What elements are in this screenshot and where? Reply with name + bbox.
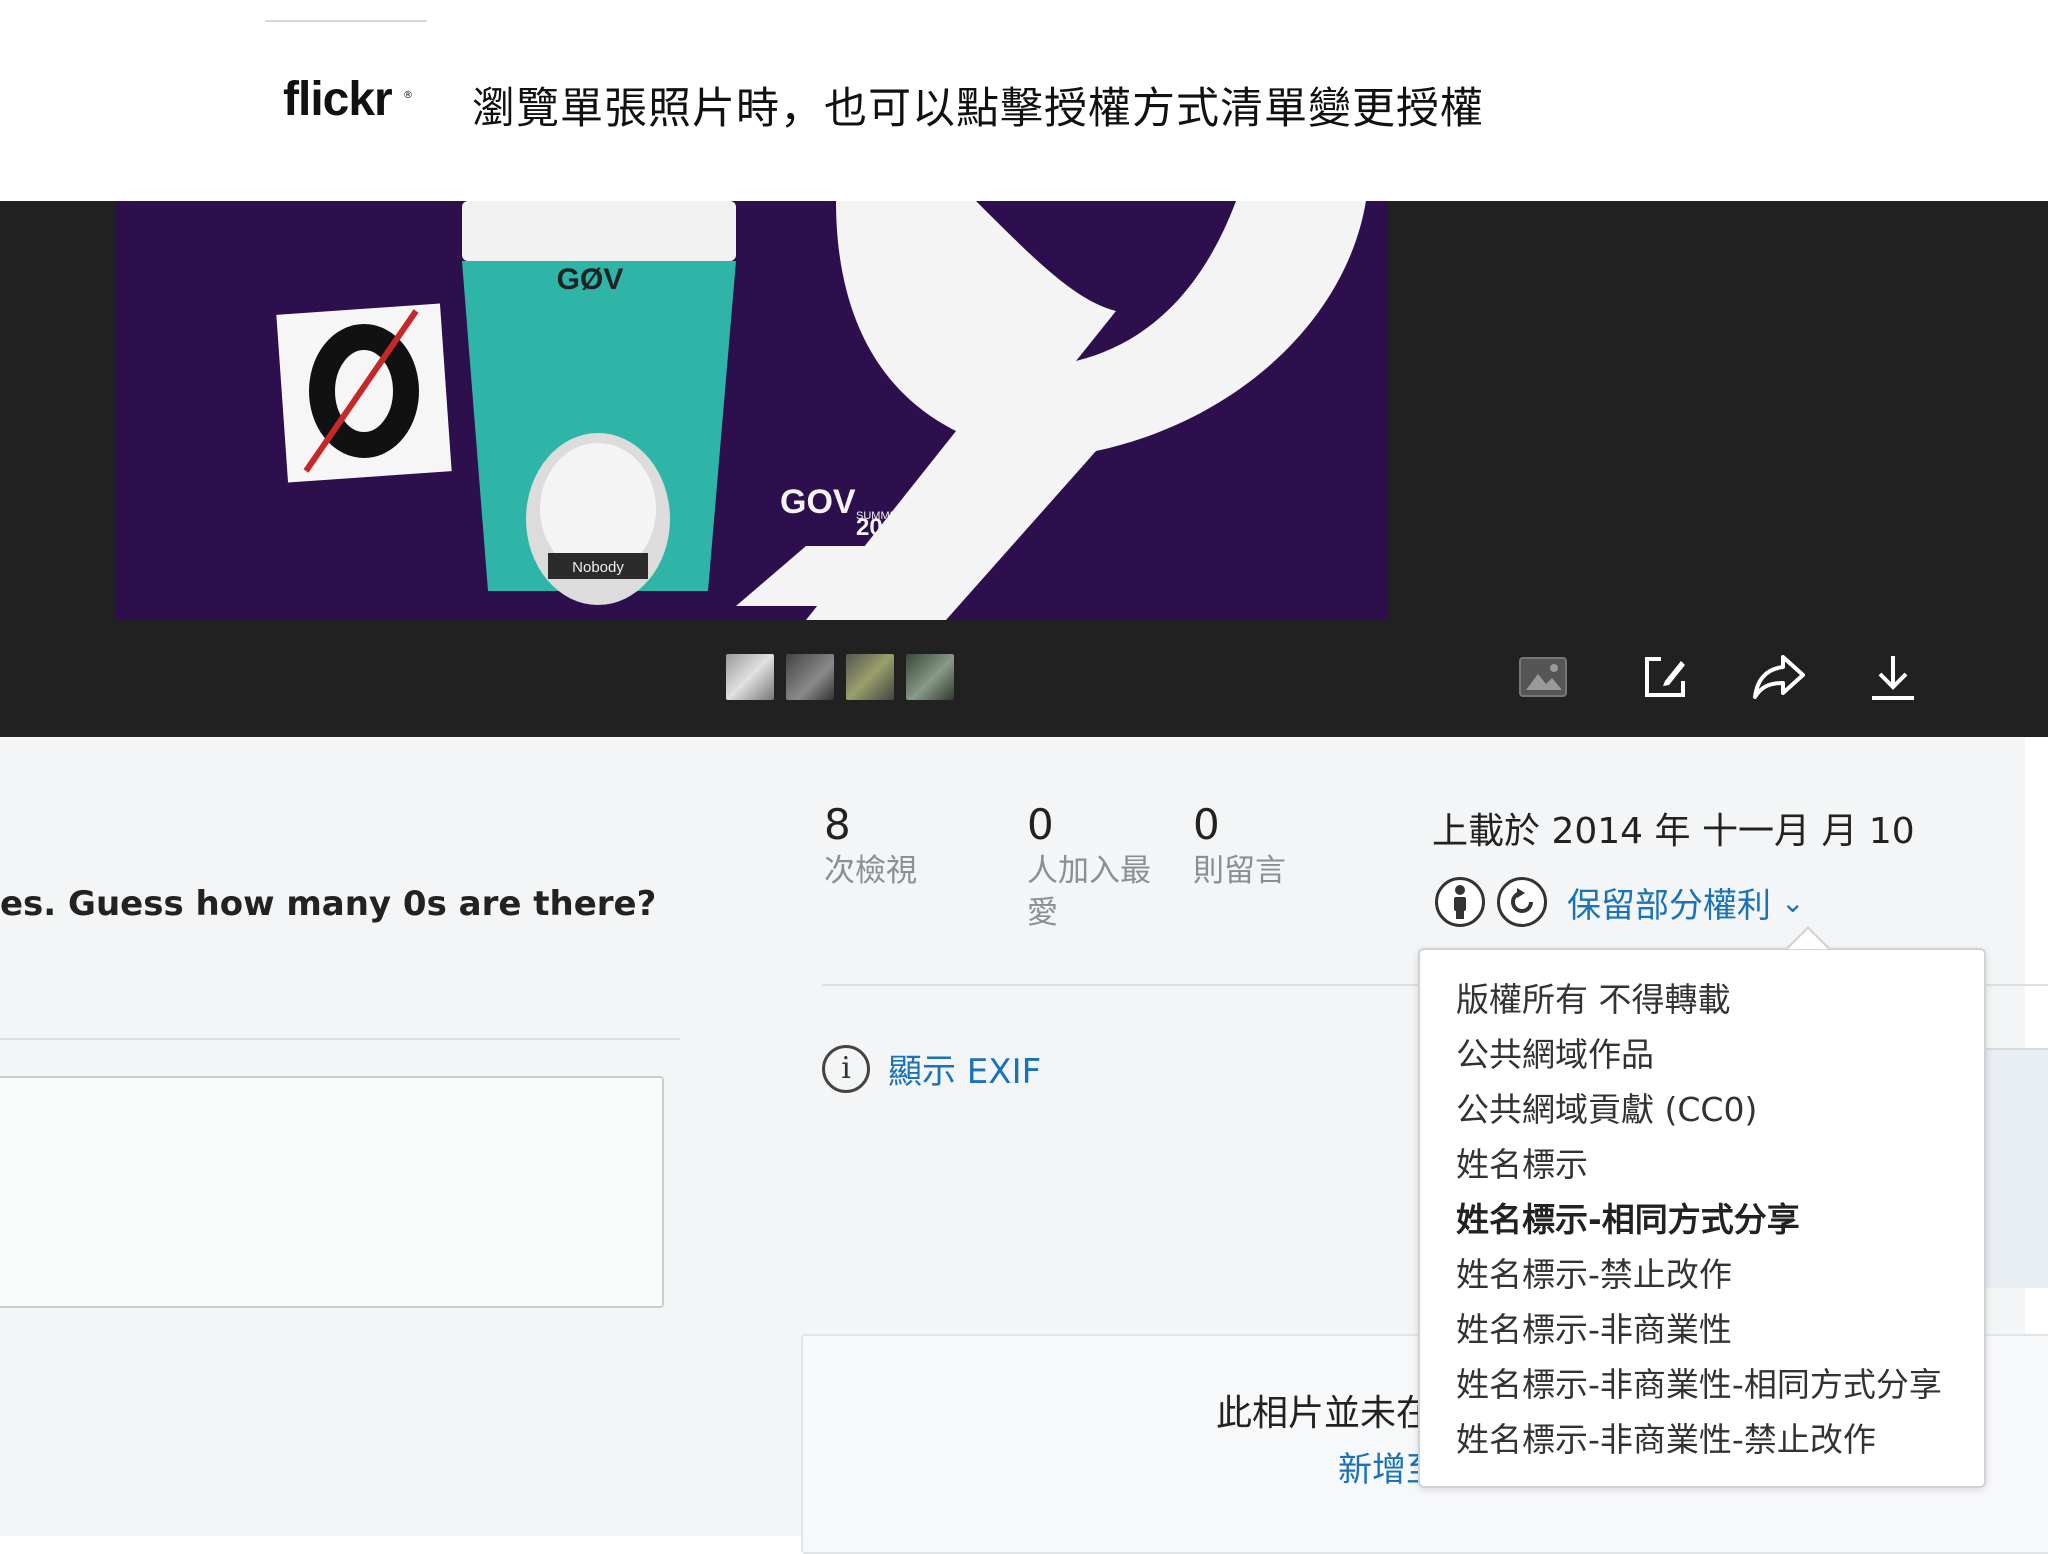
chevron-down-icon[interactable]: ⌄: [1781, 886, 1804, 919]
stat-views: 8 次檢視: [824, 800, 917, 892]
svg-text:GØV: GØV: [557, 263, 624, 296]
photo-viewer: Nobody GØV GOV 2014 SUMMIT: [0, 201, 2048, 737]
svg-text:GOV: GOV: [780, 483, 856, 521]
license-option[interactable]: 姓名標示-非商業性: [1456, 1302, 1984, 1357]
image-icon[interactable]: [1514, 648, 1572, 706]
divider: [0, 1038, 680, 1040]
thumbnail-strip: [726, 654, 954, 700]
license-options-list: 版權所有 不得轉載 公共網域作品 公共網域貢獻 (CC0) 姓名標示 姓名標示-…: [1420, 950, 1984, 1467]
thumbnail[interactable]: [906, 654, 954, 700]
license-option[interactable]: 姓名標示: [1456, 1137, 1984, 1192]
license-option[interactable]: 姓名標示-非商業性-相同方式分享: [1456, 1357, 1984, 1412]
stat-faves: 0 人加入最愛: [1027, 800, 1177, 934]
logo-registered-mark: ®: [403, 90, 413, 101]
license-option-selected[interactable]: 姓名標示-相同方式分享: [1456, 1192, 1984, 1247]
license-option[interactable]: 姓名標示-禁止改作: [1456, 1247, 1984, 1302]
stat-comments: 0 則留言: [1193, 800, 1286, 892]
license-option[interactable]: 公共網域貢獻 (CC0): [1456, 1082, 1984, 1137]
upload-date: 上載於 2014 年 十一月 月 10: [1432, 811, 1915, 852]
download-icon[interactable]: [1864, 648, 1922, 706]
stat-comments-label: 則留言: [1193, 853, 1286, 889]
license-current-label[interactable]: 保留部分權利: [1567, 878, 1771, 927]
dropdown-pointer-fill: [1788, 929, 1828, 949]
show-exif-link[interactable]: 顯示 EXIF: [888, 1044, 1041, 1093]
stat-faves-label: 人加入最愛: [1027, 853, 1151, 931]
thumbnail[interactable]: [786, 654, 834, 700]
svg-text:Nobody: Nobody: [572, 559, 624, 576]
svg-text:SUMMIT: SUMMIT: [856, 510, 900, 522]
photo-description: es. Guess how many 0s are there?: [0, 884, 657, 924]
license-option[interactable]: 版權所有 不得轉載: [1456, 972, 1984, 1027]
stat-comments-count: 0: [1193, 800, 1220, 849]
side-panel: [1985, 1048, 2048, 1288]
flickr-logo[interactable]: flickr: [283, 72, 393, 127]
thumbnail[interactable]: [846, 654, 894, 700]
header-divider: [265, 20, 427, 22]
stat-faves-count: 0: [1027, 800, 1054, 849]
license-dropdown: 版權所有 不得轉載 公共網域作品 公共網域貢獻 (CC0) 姓名標示 姓名標示-…: [1418, 948, 1986, 1488]
license-option[interactable]: 公共網域作品: [1456, 1027, 1984, 1082]
license-selector[interactable]: 保留部分權利 ⌄: [1435, 877, 1804, 927]
slide-caption: 瀏覽單張照片時，也可以點擊授權方式清單變更授權: [472, 84, 1484, 134]
attribution-icon: [1435, 877, 1485, 927]
stat-views-label: 次檢視: [824, 853, 917, 889]
info-icon: i: [822, 1044, 870, 1093]
thumbnail[interactable]: [726, 654, 774, 700]
groups-card-title: 此相片並未在: [1216, 1393, 1433, 1434]
sharealike-icon: [1497, 877, 1547, 927]
share-icon[interactable]: [1750, 648, 1808, 706]
photo-image[interactable]: Nobody GØV GOV 2014 SUMMIT: [116, 201, 1388, 620]
comment-input[interactable]: [0, 1076, 664, 1308]
exif-row: i 顯示 EXIF: [822, 1044, 1041, 1093]
stat-views-count: 8: [824, 800, 851, 849]
license-option[interactable]: 姓名標示-非商業性-禁止改作: [1456, 1412, 1984, 1467]
edit-icon[interactable]: [1636, 648, 1694, 706]
